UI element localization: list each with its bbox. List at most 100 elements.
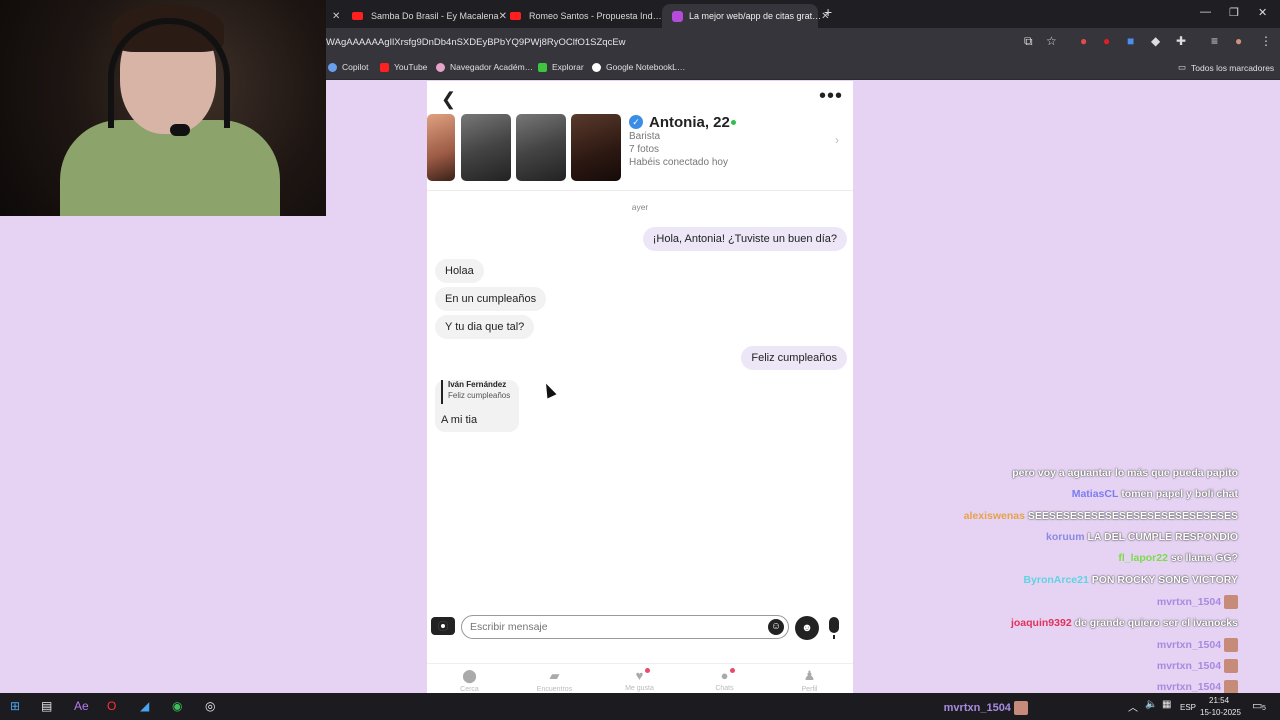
chat-icon: ● — [720, 668, 729, 683]
profile-name: Antonia, 22 — [649, 114, 730, 131]
after-effects-icon[interactable]: Ae — [74, 699, 89, 713]
minimize-icon[interactable]: — — [1200, 6, 1211, 18]
bookmark-star-icon[interactable]: ☆ — [1046, 34, 1057, 48]
chat-message: MatiasCL tomen papel y boli chat — [1071, 488, 1238, 500]
chat-message: mvrtxn_1504 — [1157, 638, 1238, 652]
task-view-icon[interactable]: ▤ — [41, 699, 52, 713]
message-in: En un cumpleaños — [435, 287, 547, 311]
chevron-right-icon[interactable]: › — [835, 133, 839, 147]
url-field[interactable]: WAgAAAAAAgIlXrsfg9DnDb4nSXDEyBPbYQ9PWj8R… — [326, 37, 626, 48]
window-close-icon[interactable]: ✕ — [1258, 6, 1267, 19]
chat-message: mvrtxn_1504 — [1157, 680, 1238, 694]
heart-icon: ♥ — [635, 668, 644, 683]
profile-header[interactable]: ❮ ••• ✓ Antonia, 22 Barista 7 fotos Habé… — [427, 81, 853, 191]
nav-chats[interactable]: ● Chats — [682, 668, 767, 692]
day-separator: ayer — [631, 202, 649, 212]
kick-icon — [538, 62, 547, 72]
chrome-icon[interactable]: ◉ — [172, 699, 182, 713]
emoji-icon[interactable]: ☺ — [768, 619, 784, 635]
camera-icon[interactable] — [431, 617, 455, 635]
emote-icon — [1224, 659, 1238, 673]
language-indicator[interactable]: ESP — [1180, 703, 1196, 712]
profile-photo[interactable] — [427, 114, 455, 181]
chat-message: pero voy a aguantar lo más que pueda pap… — [1012, 467, 1238, 479]
avatar[interactable]: ● — [1235, 34, 1242, 48]
tab-active-badoo[interactable]: La mejor web/app de citas grat… ✕ — [662, 4, 829, 28]
bookmark-navegador[interactable]: Navegador Académ… — [436, 62, 533, 72]
network-icon[interactable]: ▦ — [1162, 699, 1171, 710]
restore-icon[interactable]: ❐ — [1229, 6, 1239, 19]
profile-photo-count: 7 fotos — [629, 144, 660, 155]
bookmark-copilot[interactable]: Copilot — [328, 62, 368, 72]
nav-perfil[interactable]: ♟ Perfil — [767, 668, 852, 693]
chat-message: ByronArce21 PON ROCKY SONG VICTORY — [1023, 574, 1238, 586]
location-icon: ⬤ — [462, 668, 477, 683]
extension-icon[interactable]: ◆ — [1151, 34, 1160, 48]
extension-icon[interactable]: ● — [1103, 34, 1110, 48]
menu-kebab-icon[interactable]: ⋮ — [1260, 34, 1272, 48]
chat-panel: ❮ ••• ✓ Antonia, 22 Barista 7 fotos Habé… — [427, 81, 853, 693]
emote-icon — [1224, 638, 1238, 652]
sticker-icon[interactable]: ☻ — [795, 616, 819, 640]
headset-icon — [108, 18, 230, 128]
chat-message: koruum LA DEL CUMPLE RESPONDIO — [1046, 531, 1238, 543]
cards-icon: ▰ — [549, 668, 560, 683]
person-icon: ♟ — [803, 668, 816, 683]
nav-me-gusta[interactable]: ♥ Me gusta — [597, 668, 682, 692]
bookmark-explorar[interactable]: Explorar — [538, 62, 584, 72]
notifications-icon[interactable]: ▭ — [1252, 699, 1262, 712]
bookmark-icon — [436, 62, 445, 72]
chat-message: mvrtxn_1504 — [944, 701, 1028, 715]
media-icon[interactable]: ≡ — [1211, 34, 1218, 48]
profile-photo[interactable] — [461, 114, 511, 181]
back-arrow-icon[interactable]: ❮ — [441, 89, 456, 110]
copilot-icon — [328, 62, 337, 72]
message-in: Holaa — [435, 259, 484, 283]
obs-icon[interactable]: ◎ — [205, 699, 215, 713]
more-options-icon[interactable]: ••• — [819, 85, 843, 108]
verified-badge-icon: ✓ — [629, 115, 643, 129]
tab-samba-do-brasil[interactable]: Samba Do Brasil - Ey Macalena ✕ — [342, 4, 507, 28]
notification-dot — [645, 668, 650, 673]
notification-count: 5 — [1262, 705, 1266, 712]
windows-start-icon[interactable]: ⊞ — [10, 699, 20, 713]
chevron-up-icon[interactable]: ︿ — [1128, 699, 1138, 714]
webcam-shirt — [60, 120, 280, 216]
nav-cerca[interactable]: ⬤ Cerca — [427, 668, 512, 693]
windows-taskbar: ⊞ ▤ Ae O ◢ ◉ ◎ mvrtxn_1504 ︿ 🔈 ▦ ESP 21:… — [0, 693, 1280, 720]
chat-message: fl_lapor22 se llama GG? — [1118, 552, 1238, 564]
message-in: Y tu dia que tal? — [435, 315, 535, 339]
app-icon[interactable]: ◢ — [140, 699, 149, 713]
youtube-icon — [380, 62, 389, 72]
extension-icon[interactable]: ● — [1080, 34, 1087, 48]
translate-icon[interactable]: ■ — [1127, 34, 1134, 48]
all-bookmarks[interactable]: ▭ Todos los marcadores — [1178, 62, 1274, 73]
nav-encuentros[interactable]: ▰ Encuentros — [512, 668, 597, 693]
bookmark-youtube[interactable]: YouTube — [380, 62, 427, 72]
bookmark-notebooklm[interactable]: Google NotebookL… — [592, 62, 685, 72]
extensions-puzzle-icon[interactable]: ✚ — [1176, 34, 1186, 48]
chat-message: mvrtxn_1504 — [1157, 659, 1238, 673]
youtube-icon — [510, 12, 521, 20]
new-tab-icon[interactable]: + — [824, 4, 832, 20]
tab-title: Samba Do Brasil - Ey Macalena — [371, 11, 499, 21]
message-composer: ☺ ☻ — [427, 613, 853, 643]
headset-mic — [170, 124, 190, 136]
quoted-sender: Iván Fernández — [448, 380, 507, 389]
profile-photo[interactable] — [571, 114, 621, 181]
bottom-navigation: ⬤ Cerca ▰ Encuentros ♥ Me gusta ● Chats … — [427, 663, 853, 693]
profile-photo[interactable] — [516, 114, 566, 181]
reply-message: Iván Fernández Feliz cumpleaños A mi tia — [435, 380, 519, 432]
message-out: Feliz cumpleaños — [741, 346, 847, 370]
chat-message: joaquin9392 de grande quiero ser el ivan… — [1010, 617, 1238, 629]
emote-icon — [1014, 701, 1028, 715]
tab-title: La mejor web/app de citas grat… — [689, 11, 822, 21]
notification-dot — [730, 668, 735, 673]
tab-romeo-santos[interactable]: Romeo Santos - Propuesta Ind… ✕ — [500, 4, 670, 28]
volume-icon[interactable]: 🔈 — [1145, 699, 1157, 710]
online-status-dot — [731, 120, 736, 125]
microphone-icon[interactable] — [829, 617, 839, 639]
install-app-icon[interactable]: ⧉ — [1024, 34, 1033, 49]
opera-icon[interactable]: O — [107, 699, 116, 713]
message-input[interactable] — [461, 615, 789, 639]
